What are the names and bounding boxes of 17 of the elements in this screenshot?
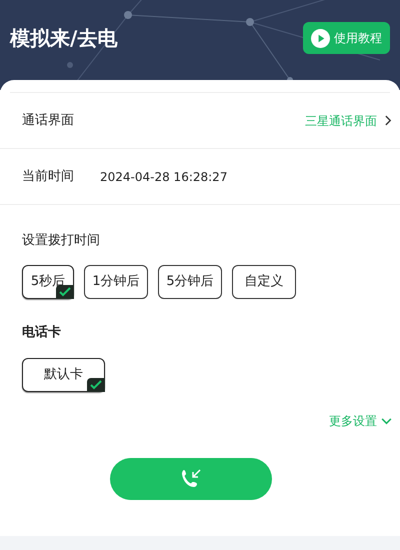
chevron-down-icon [381,418,392,424]
option-chip[interactable]: 自定义 [232,264,296,298]
row-label: 当前时间 [22,168,74,186]
section-title: 电话卡 [21,324,62,342]
check-icon [56,284,74,298]
option-chip[interactable]: 5秒后 [22,264,74,298]
option-chip[interactable]: 默认卡 [22,358,105,392]
section-title: 设置拨打时间 [21,232,101,250]
option-chip[interactable]: 1分钟后 [84,264,148,298]
page-title: 模拟来/去电 [10,25,118,52]
call-button[interactable] [110,458,272,500]
chevron-right-icon [385,115,392,126]
row-value: 2024-04-28 16:28:27 [100,168,228,186]
check-icon [87,378,105,392]
option-chip[interactable]: 5分钟后 [158,264,222,298]
play-icon [311,28,330,48]
row-label: 通话界面 [22,112,74,130]
